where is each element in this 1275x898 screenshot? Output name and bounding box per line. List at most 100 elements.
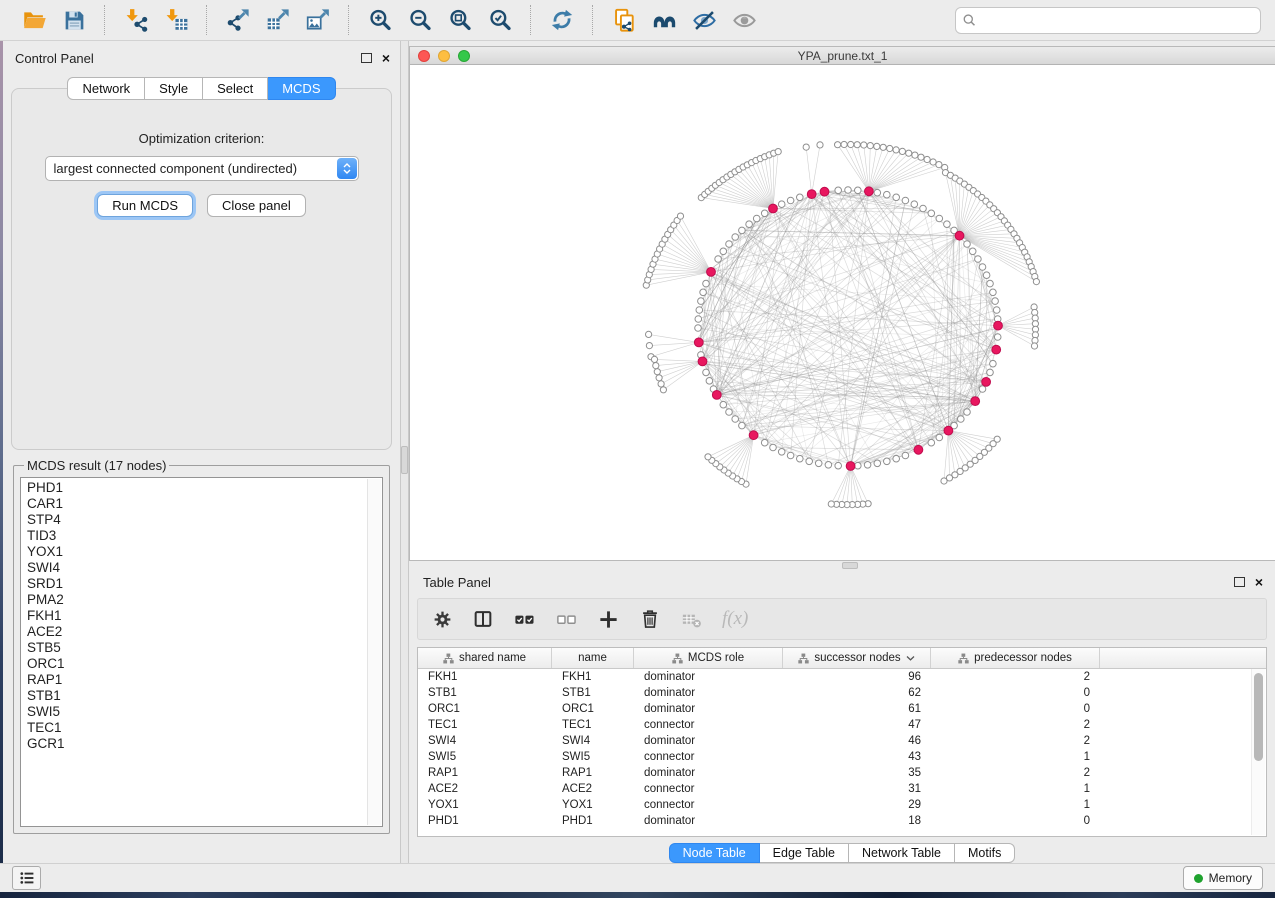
float-panel-icon[interactable] — [1234, 577, 1245, 587]
network-node-dominator[interactable] — [992, 345, 1001, 354]
mcds-result-item[interactable]: RAP1 — [27, 672, 382, 688]
table-cell[interactable]: SWI4 — [418, 735, 552, 747]
network-node[interactable] — [677, 213, 683, 219]
network-node[interactable] — [770, 444, 777, 451]
table-cell[interactable]: dominator — [634, 703, 783, 715]
close-panel-icon[interactable]: × — [382, 53, 390, 63]
network-node-dominator[interactable] — [865, 187, 874, 196]
table-row[interactable]: SWI5SWI5connector431 — [418, 749, 1266, 765]
network-node[interactable] — [732, 234, 739, 241]
table-cell[interactable]: dominator — [634, 735, 783, 747]
network-node[interactable] — [787, 197, 794, 204]
table-row[interactable]: ORC1ORC1dominator610 — [418, 701, 1266, 717]
network-node[interactable] — [761, 210, 768, 217]
network-node[interactable] — [695, 325, 702, 332]
table-cell[interactable]: 1 — [931, 799, 1100, 811]
column-header-predecessor-nodes[interactable]: predecessor nodes — [931, 648, 1100, 668]
table-cell[interactable]: 29 — [783, 799, 931, 811]
network-node[interactable] — [815, 460, 822, 467]
network-node[interactable] — [930, 159, 936, 165]
network-node[interactable] — [739, 227, 746, 234]
table-cell[interactable]: 2 — [931, 767, 1100, 779]
table-cell[interactable]: TEC1 — [552, 719, 634, 731]
table-cell[interactable]: 61 — [783, 703, 931, 715]
table-row[interactable]: STB1STB1dominator620 — [418, 685, 1266, 701]
import-network-button[interactable] — [120, 5, 152, 35]
table-cell[interactable]: ORC1 — [418, 703, 552, 715]
table-cell[interactable]: YOX1 — [552, 799, 634, 811]
network-node-dominator[interactable] — [971, 397, 980, 406]
zoom-out-button[interactable] — [404, 5, 436, 35]
select-all-button[interactable] — [513, 608, 536, 631]
table-cell[interactable]: ACE2 — [552, 783, 634, 795]
network-node[interactable] — [746, 221, 753, 228]
deselect-all-button[interactable] — [555, 608, 578, 631]
splitter-grip[interactable] — [401, 446, 408, 474]
network-node[interactable] — [828, 501, 834, 507]
network-node[interactable] — [936, 434, 943, 441]
table-cell[interactable]: connector — [634, 751, 783, 763]
network-node-dominator[interactable] — [994, 321, 1003, 330]
network-node[interactable] — [848, 141, 854, 147]
network-node[interactable] — [958, 416, 965, 423]
network-node[interactable] — [936, 215, 943, 222]
network-node[interactable] — [703, 280, 710, 287]
open-session-button[interactable] — [18, 5, 50, 35]
network-node[interactable] — [987, 280, 994, 287]
table-cell[interactable]: TEC1 — [418, 719, 552, 731]
mcds-result-item[interactable]: FKH1 — [27, 608, 382, 624]
network-node[interactable] — [803, 144, 809, 150]
table-cell[interactable]: connector — [634, 799, 783, 811]
table-cell[interactable]: ACE2 — [418, 783, 552, 795]
table-row[interactable]: ACE2ACE2connector311 — [418, 781, 1266, 797]
network-node[interactable] — [893, 455, 900, 462]
network-node[interactable] — [893, 194, 900, 201]
network-node[interactable] — [726, 409, 733, 416]
network-node[interactable] — [720, 248, 727, 255]
network-node[interactable] — [720, 401, 727, 408]
mcds-result-item[interactable]: CAR1 — [27, 496, 382, 512]
network-node[interactable] — [864, 462, 871, 469]
network-node[interactable] — [1033, 279, 1039, 285]
export-image-button[interactable] — [302, 5, 334, 35]
table-cell[interactable]: STB1 — [418, 687, 552, 699]
horizontal-splitter[interactable] — [409, 561, 1275, 568]
table-cell[interactable]: dominator — [634, 687, 783, 699]
column-header-name[interactable]: name — [552, 648, 634, 668]
network-node[interactable] — [902, 452, 909, 459]
close-panel-button[interactable]: Close panel — [207, 194, 306, 217]
hide-selected-button[interactable] — [688, 5, 720, 35]
table-row[interactable]: TEC1TEC1connector472 — [418, 717, 1266, 733]
network-node[interactable] — [964, 241, 971, 248]
task-history-button[interactable] — [12, 866, 41, 890]
table-cell[interactable]: PHD1 — [418, 815, 552, 827]
network-node[interactable] — [787, 452, 794, 459]
table-cell[interactable]: 0 — [931, 687, 1100, 699]
network-node[interactable] — [706, 378, 713, 385]
network-node-dominator[interactable] — [944, 426, 953, 435]
network-node[interactable] — [941, 478, 947, 484]
network-node-dominator[interactable] — [914, 445, 923, 454]
network-node-dominator[interactable] — [820, 187, 829, 196]
table-cell[interactable]: 35 — [783, 767, 931, 779]
network-node[interactable] — [1031, 343, 1037, 349]
column-header-shared-name[interactable]: shared name — [418, 648, 552, 668]
network-node[interactable] — [778, 449, 785, 456]
tab-network-table[interactable]: Network Table — [849, 843, 955, 863]
network-node[interactable] — [911, 201, 918, 208]
memory-button[interactable]: Memory — [1183, 866, 1263, 890]
network-node[interactable] — [835, 462, 842, 469]
table-cell[interactable]: YOX1 — [418, 799, 552, 811]
network-node[interactable] — [918, 154, 924, 160]
mcds-result-item[interactable]: ACE2 — [27, 624, 382, 640]
table-cell[interactable]: connector — [634, 719, 783, 731]
table-cell[interactable]: 46 — [783, 735, 931, 747]
network-node[interactable] — [732, 416, 739, 423]
mcds-result-item[interactable]: SRD1 — [27, 576, 382, 592]
tab-mcds[interactable]: MCDS — [268, 77, 335, 100]
mcds-result-item[interactable]: TID3 — [27, 528, 382, 544]
network-node[interactable] — [660, 387, 666, 393]
mcds-result-item[interactable]: SWI5 — [27, 704, 382, 720]
tab-motifs[interactable]: Motifs — [955, 843, 1015, 863]
network-node[interactable] — [726, 241, 733, 248]
